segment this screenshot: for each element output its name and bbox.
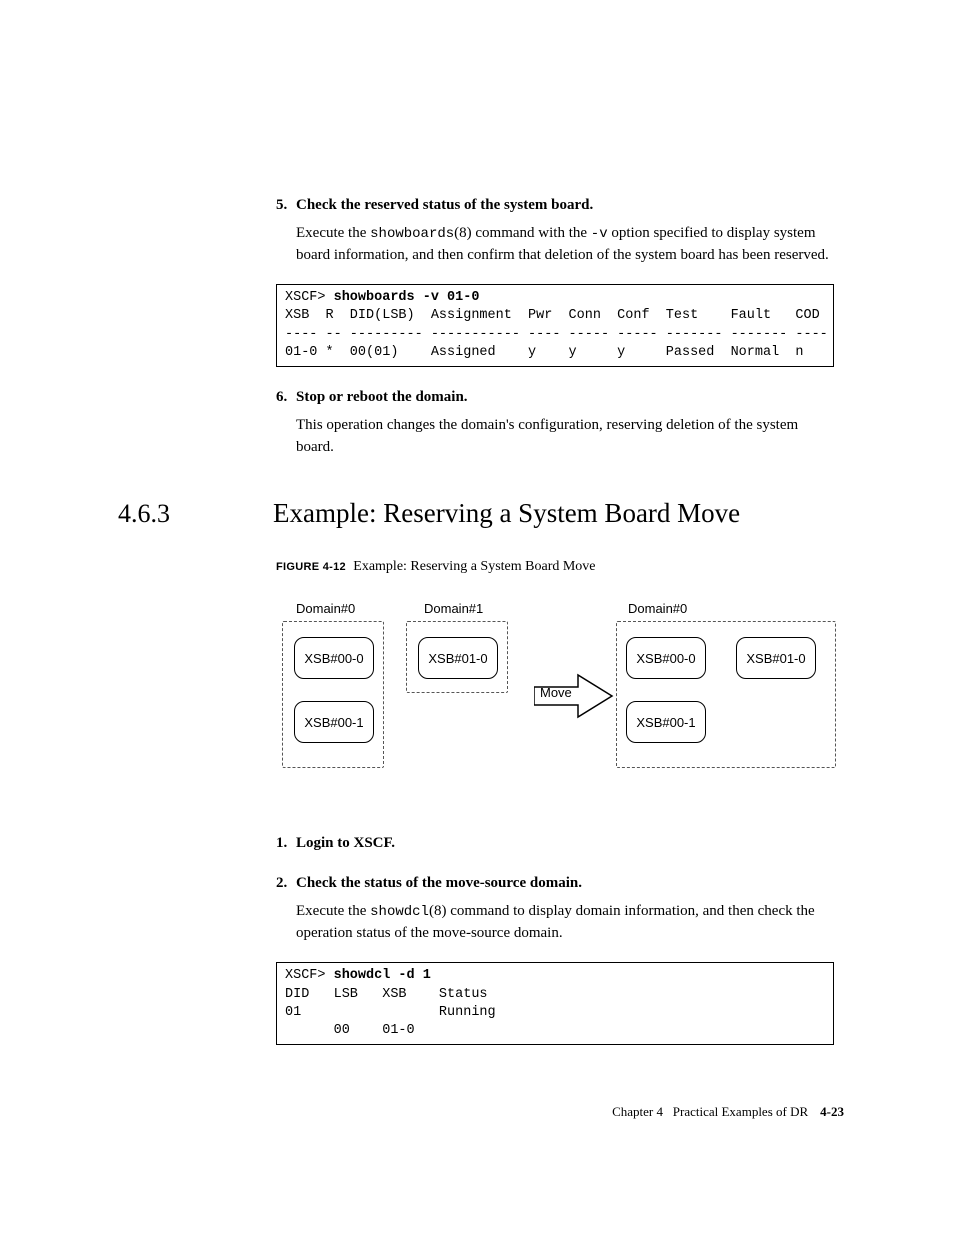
xsb-label: XSB#01-0 — [428, 651, 487, 666]
section-title: Example: Reserving a System Board Move — [273, 498, 740, 529]
prompt: XSCF> — [285, 290, 334, 305]
step-title: Check the status of the move-source doma… — [296, 873, 582, 895]
xsb-box: XSB#01-0 — [418, 637, 498, 679]
text: Execute the — [296, 903, 370, 919]
move-label: Move — [540, 685, 572, 700]
figure-4-12: Domain#0 XSB#00-0 XSB#00-1 Domain#1 XSB#… — [276, 593, 836, 793]
step-2: 2. Check the status of the move-source d… — [276, 873, 844, 895]
step-5-body: Execute the showboards(8) command with t… — [296, 223, 834, 267]
step-number: 2. — [276, 873, 296, 895]
step-1: 1. Login to XSCF. — [276, 833, 844, 855]
xsb-box: XSB#00-1 — [626, 701, 706, 743]
figure-title: Example: Reserving a System Board Move — [353, 559, 595, 574]
output-row: 00 01-0 — [285, 1023, 415, 1038]
text: (8) command with the — [454, 225, 591, 241]
page: 5. Check the reserved status of the syst… — [0, 0, 954, 1235]
page-footer: Chapter 4 Practical Examples of DR4-23 — [612, 1104, 844, 1120]
code-block-showdcl: XSCF> showdcl -d 1 DID LSB XSB Status 01… — [276, 962, 834, 1045]
step-2-body: Execute the showdcl(8) command to displa… — [296, 901, 834, 945]
section-heading: 4.6.3 Example: Reserving a System Board … — [118, 498, 844, 529]
xsb-label: XSB#00-0 — [636, 651, 695, 666]
output-row: XSB R DID(LSB) Assignment Pwr Conn Conf … — [285, 308, 820, 323]
text: This operation changes the domain's conf… — [296, 417, 798, 455]
xsb-box: XSB#00-0 — [626, 637, 706, 679]
step-number: 6. — [276, 387, 296, 409]
code-block-showboards: XSCF> showboards -v 01-0 XSB R DID(LSB) … — [276, 284, 834, 367]
chapter-label: Chapter 4 — [612, 1104, 663, 1119]
output-row: 01-0 * 00(01) Assigned y y y Passed Norm… — [285, 345, 803, 360]
xsb-label: XSB#00-1 — [304, 715, 363, 730]
xsb-box: XSB#01-0 — [736, 637, 816, 679]
figure-caption: FIGURE 4-12 Example: Reserving a System … — [276, 559, 844, 575]
option-name: -v — [591, 226, 608, 242]
step-5: 5. Check the reserved status of the syst… — [276, 195, 844, 217]
section-number: 4.6.3 — [118, 499, 273, 529]
page-number: 4-23 — [808, 1104, 844, 1119]
output-row: 01 Running — [285, 1005, 496, 1020]
xsb-box: XSB#00-1 — [294, 701, 374, 743]
domain-label: Domain#1 — [424, 601, 483, 616]
step-title: Stop or reboot the domain. — [296, 387, 468, 409]
step-number: 1. — [276, 833, 296, 855]
xsb-box: XSB#00-0 — [294, 637, 374, 679]
command: showdcl -d 1 — [334, 968, 431, 983]
step-6: 6. Stop or reboot the domain. — [276, 387, 844, 409]
step-title: Login to XSCF. — [296, 833, 395, 855]
step-title: Check the reserved status of the system … — [296, 195, 593, 217]
xsb-label: XSB#00-1 — [636, 715, 695, 730]
xsb-label: XSB#01-0 — [746, 651, 805, 666]
step-6-body: This operation changes the domain's conf… — [296, 415, 834, 459]
output-row: ---- -- --------- ----------- ---- -----… — [285, 327, 828, 342]
figure-number: FIGURE 4-12 — [276, 561, 346, 573]
text: Execute the — [296, 225, 370, 241]
domain-label: Domain#0 — [296, 601, 355, 616]
output-row: DID LSB XSB Status — [285, 987, 488, 1002]
command-name: showdcl — [370, 904, 429, 920]
chapter-title: Practical Examples of DR — [673, 1104, 808, 1119]
xsb-label: XSB#00-0 — [304, 651, 363, 666]
step-number: 5. — [276, 195, 296, 217]
command: showboards -v 01-0 — [334, 290, 480, 305]
domain-label: Domain#0 — [628, 601, 687, 616]
command-name: showboards — [370, 226, 454, 242]
prompt: XSCF> — [285, 968, 334, 983]
